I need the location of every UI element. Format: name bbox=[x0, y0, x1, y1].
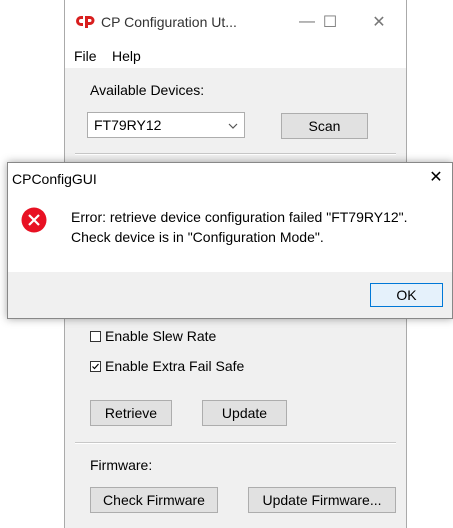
error-message-line2: Check device is in "Configuration Mode". bbox=[71, 229, 324, 245]
maximize-button[interactable]: ☐ bbox=[315, 10, 345, 34]
retrieve-button[interactable]: Retrieve bbox=[90, 400, 172, 426]
close-icon: ✕ bbox=[429, 169, 443, 186]
title-bar[interactable]: CP Configuration Ut... — ☐ ✕ bbox=[65, 0, 406, 44]
extra-fail-safe-label: Enable Extra Fail Safe bbox=[105, 358, 245, 374]
error-icon bbox=[21, 207, 47, 233]
check-firmware-button[interactable]: Check Firmware bbox=[90, 487, 218, 513]
update-button-label: Update bbox=[221, 405, 268, 421]
scan-button[interactable]: Scan bbox=[281, 113, 368, 139]
scan-button-label: Scan bbox=[308, 118, 341, 134]
slew-rate-label: Enable Slew Rate bbox=[105, 328, 217, 344]
error-message-line1: Error: retrieve device configuration fai… bbox=[71, 209, 408, 225]
device-select[interactable]: FT79RY12 bbox=[87, 112, 245, 138]
retrieve-button-label: Retrieve bbox=[104, 405, 158, 421]
slew-rate-checkbox-box[interactable] bbox=[90, 330, 101, 342]
menu-help[interactable]: Help bbox=[112, 48, 141, 64]
minimize-icon: — bbox=[299, 13, 315, 30]
update-button[interactable]: Update bbox=[202, 400, 287, 426]
maximize-icon: ☐ bbox=[322, 14, 338, 31]
extra-fail-safe-checkbox[interactable]: Enable Extra Fail Safe bbox=[90, 357, 244, 375]
available-devices-label: Available Devices: bbox=[90, 82, 205, 98]
separator-devices bbox=[75, 153, 396, 155]
check-firmware-button-label: Check Firmware bbox=[103, 492, 205, 508]
window-title: CP Configuration Ut... bbox=[101, 14, 237, 30]
dialog-footer: OK bbox=[8, 272, 452, 318]
update-firmware-button[interactable]: Update Firmware... bbox=[248, 487, 396, 513]
ok-button[interactable]: OK bbox=[370, 283, 443, 307]
update-firmware-button-label: Update Firmware... bbox=[262, 492, 382, 508]
separator-firmware bbox=[75, 442, 396, 444]
dialog-close-button[interactable]: ✕ bbox=[426, 167, 446, 187]
close-button[interactable]: ✕ bbox=[364, 10, 394, 34]
cp-logo-icon bbox=[76, 16, 95, 28]
ok-button-label: OK bbox=[396, 287, 417, 303]
firmware-label: Firmware: bbox=[90, 457, 153, 473]
menu-bar: File Help bbox=[65, 44, 406, 68]
slew-rate-checkbox[interactable]: Enable Slew Rate bbox=[90, 327, 216, 345]
chevron-down-icon bbox=[228, 123, 238, 129]
screen: CP Configuration Ut... — ☐ ✕ File Help A… bbox=[0, 0, 453, 528]
error-dialog: CPConfigGUI ✕ Error: retrieve device con… bbox=[7, 162, 453, 319]
checkmark-icon bbox=[92, 363, 99, 369]
close-icon: ✕ bbox=[372, 14, 386, 31]
extra-fail-safe-checkbox-box[interactable] bbox=[90, 360, 101, 372]
device-select-value: FT79RY12 bbox=[94, 117, 162, 133]
menu-file[interactable]: File bbox=[74, 48, 97, 64]
dialog-title: CPConfigGUI bbox=[12, 171, 97, 187]
